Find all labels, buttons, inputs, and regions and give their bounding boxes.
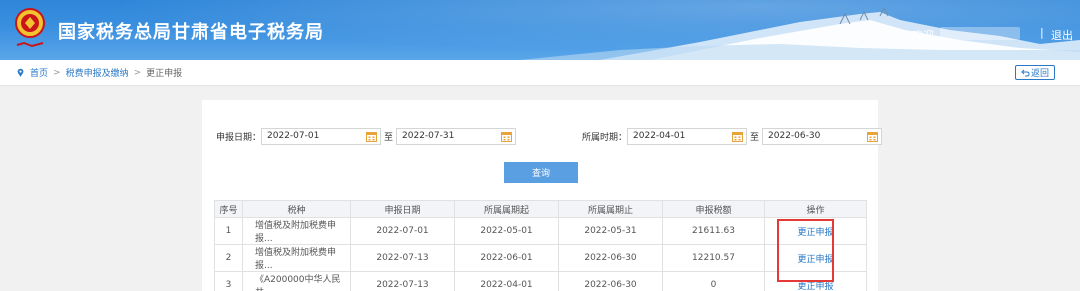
declaration-table: 序号 税种 申报日期 所属属期起 所属属期止 申报税额 操作 1 增值税及附加税… [214,200,867,291]
correct-declaration-link[interactable]: 更正申报 [797,228,833,238]
row-tax-type: 《A200000中华人民共... [242,271,351,291]
row-period-end: 2022-06-30 [558,271,663,291]
calendar-icon[interactable] [501,131,513,142]
declare-start-date-value: 2022-07-01 [267,131,320,141]
calendar-icon[interactable] [867,131,879,142]
row-declare-date: 2022-07-13 [350,271,455,291]
declare-end-date-input[interactable]: 2022-07-31 [396,128,517,145]
logout-link[interactable]: 退出 [1051,27,1073,43]
column-header-amount: 申报税额 [662,200,765,218]
date-range-to: 至 [750,133,760,143]
date-range-to: 至 [384,133,394,143]
declare-end-date-value: 2022-07-31 [402,131,455,141]
row-action-cell: 更正申报 [764,271,867,291]
site-title: 国家税务总局甘肃省电子税务局 [58,22,324,43]
row-index: 1 [214,217,243,245]
back-button[interactable]: 返回 [1015,65,1055,80]
breadcrumb-current: 更正申报 [146,69,183,79]
period-label: 所属时期： [582,133,628,143]
row-tax-type: 增值税及附加税费申报... [242,244,351,272]
column-header-index: 序号 [214,200,243,218]
column-header-period-end: 所属属期止 [558,200,663,218]
breadcrumb: 首页 > 税费申报及缴纳 > 更正申报 [16,66,182,79]
breadcrumb-bar: 首页 > 税费申报及缴纳 > 更正申报 返回 [0,60,1080,86]
period-end-date-value: 2022-06-30 [768,131,821,141]
calendar-icon[interactable] [366,131,378,142]
declare-date-label: 申报日期： [216,133,262,143]
breadcrumb-tax-declaration[interactable]: 税费申报及缴纳 [66,66,129,79]
table-row: 2 增值税及附加税费申报... 2022-07-13 2022-06-01 20… [214,244,867,272]
row-amount: 0 [662,271,765,291]
period-start-date-input[interactable]: 2022-04-01 [627,128,748,145]
column-header-tax-type: 税种 [242,200,351,218]
table-header-row: 序号 税种 申报日期 所属属期起 所属属期止 申报税额 操作 [214,200,867,218]
tax-emblem-logo [15,8,45,48]
row-period-start: 2022-06-01 [454,244,559,272]
row-amount: 21611.63 [662,217,765,245]
row-declare-date: 2022-07-01 [350,217,455,245]
row-index: 2 [214,244,243,272]
row-index: 3 [214,271,243,291]
row-declare-date: 2022-07-13 [350,244,455,272]
row-period-start: 2022-05-01 [454,217,559,245]
query-button[interactable]: 查询 [504,162,578,183]
correct-declaration-link[interactable]: 更正申报 [797,282,833,291]
period-filter: 所属时期： 2022-04-01 至 2022-06-30 [582,128,883,145]
period-end-date-input[interactable]: 2022-06-30 [762,128,883,145]
breadcrumb-home[interactable]: 首页 [30,66,48,79]
back-button-label: 返回 [1030,69,1049,79]
site-header: 国家税务总局甘肃省电子税务局 欢迎， | 退出 [0,0,1080,60]
row-period-end: 2022-05-31 [558,217,663,245]
header-separator: | [1040,26,1044,39]
column-header-period-start: 所属属期起 [454,200,559,218]
declare-start-date-input[interactable]: 2022-07-01 [261,128,382,145]
row-period-end: 2022-06-30 [558,244,663,272]
calendar-icon[interactable] [732,131,744,142]
row-tax-type: 增值税及附加税费申报... [242,217,351,245]
query-panel: 申报日期： 2022-07-01 至 2022-07-31 所属时期： 2022… [202,100,883,291]
row-action-cell: 更正申报 [764,217,867,245]
row-amount: 12210.57 [662,244,765,272]
column-header-declare-date: 申报日期 [350,200,455,218]
correct-declaration-link[interactable]: 更正申报 [797,255,833,265]
breadcrumb-separator: > [133,67,142,78]
row-period-start: 2022-04-01 [454,271,559,291]
username-blurred [940,27,1020,40]
column-header-action: 操作 [764,200,867,218]
declare-date-filter: 申报日期： 2022-07-01 至 2022-07-31 [216,128,517,145]
table-row: 1 增值税及附加税费申报... 2022-07-01 2022-05-01 20… [214,217,867,245]
period-start-date-value: 2022-04-01 [633,131,686,141]
breadcrumb-separator: > [53,67,61,78]
table-row: 3 《A200000中华人民共... 2022-07-13 2022-04-01… [214,271,867,291]
row-action-cell: 更正申报 [764,244,867,272]
return-arrow-icon [1021,69,1030,76]
location-pin-icon [17,68,24,77]
